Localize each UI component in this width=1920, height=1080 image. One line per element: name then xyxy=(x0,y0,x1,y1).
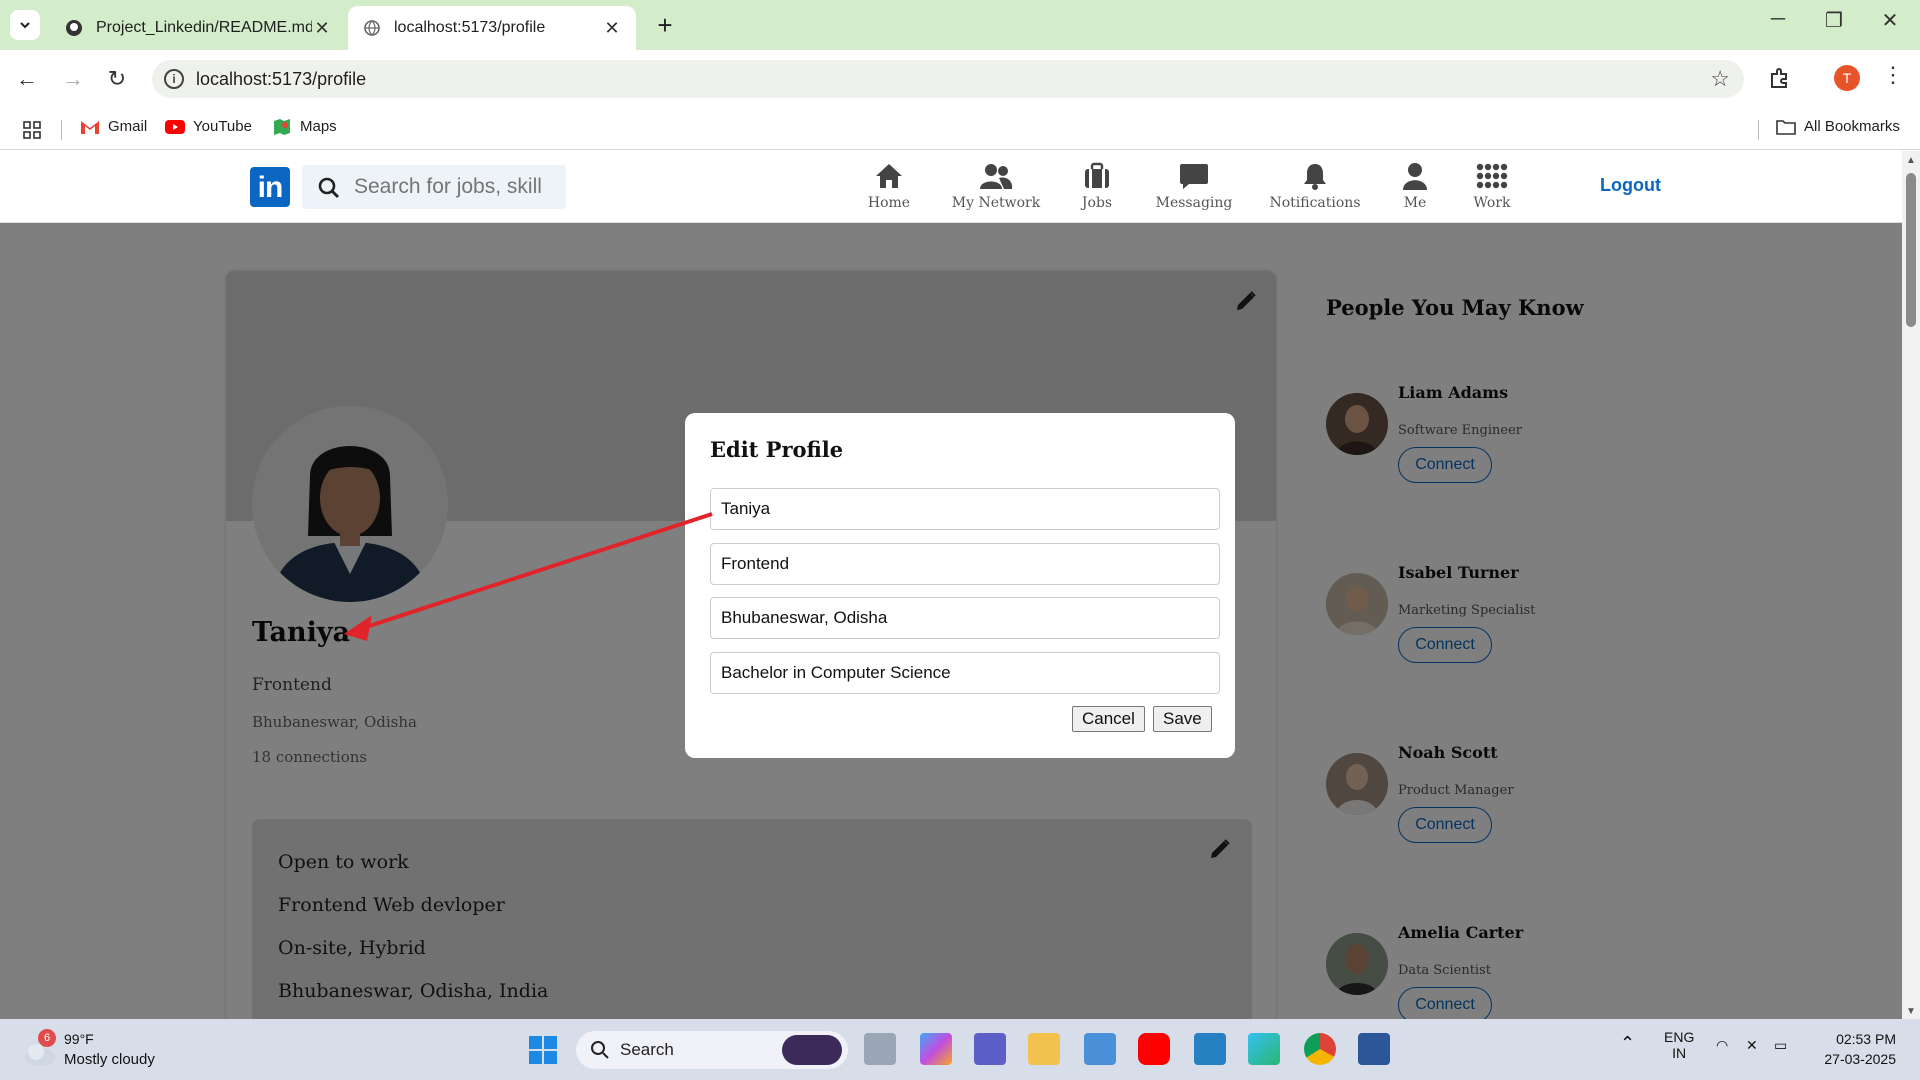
chrome-icon[interactable] xyxy=(1304,1033,1336,1065)
language-code: ENG xyxy=(1664,1029,1695,1045)
back-icon[interactable]: ← xyxy=(12,64,42,94)
extensions-icon[interactable] xyxy=(1768,66,1792,90)
tab-title: localhost:5173/profile xyxy=(394,19,546,36)
tab-strip: Project_Linkedin/README.md at ✕ localhos… xyxy=(0,0,1920,50)
web-page: in Home My Network Jobs Messaging Notifi… xyxy=(0,151,1902,1019)
apps-grid-icon[interactable] xyxy=(22,120,42,140)
search-icon xyxy=(591,1041,609,1059)
restore-icon[interactable]: ❐ xyxy=(1814,8,1854,33)
new-tab-button[interactable]: + xyxy=(650,10,680,41)
gmail-icon xyxy=(81,120,99,134)
close-icon[interactable]: ✕ xyxy=(312,18,332,39)
close-window-icon[interactable]: ✕ xyxy=(1870,8,1910,33)
address-bar[interactable]: i localhost:5173/profile ☆ xyxy=(152,60,1744,98)
chevron-down-icon xyxy=(20,22,30,29)
bookmarks-bar: Gmail YouTube Maps All Bookmarks xyxy=(0,108,1920,150)
youtube-app-icon[interactable] xyxy=(1138,1033,1170,1065)
wifi-icon[interactable]: ◠ xyxy=(1716,1037,1728,1054)
divider xyxy=(1758,120,1759,140)
scroll-down-icon[interactable]: ▼ xyxy=(1906,1006,1916,1017)
tab-localhost-profile[interactable]: localhost:5173/profile ✕ xyxy=(348,6,636,50)
copilot-icon[interactable] xyxy=(920,1033,952,1065)
scrollbar-thumb[interactable] xyxy=(1906,173,1916,327)
bookmark-label: Maps xyxy=(300,118,337,135)
maps-icon xyxy=(274,118,290,135)
divider xyxy=(61,120,62,140)
clock-time: 02:53 PM xyxy=(1836,1031,1896,1047)
search-highlight-icon xyxy=(782,1035,842,1065)
globe-icon xyxy=(362,18,382,38)
bookmark-youtube[interactable]: YouTube xyxy=(165,118,252,135)
all-bookmarks-label: All Bookmarks xyxy=(1804,118,1900,135)
browser-toolbar: ← → ↻ i localhost:5173/profile ☆ T ⋮ xyxy=(0,50,1920,108)
weather-condition: Mostly cloudy xyxy=(64,1051,155,1068)
bookmark-star-icon[interactable]: ☆ xyxy=(1710,66,1730,92)
vscode-icon[interactable] xyxy=(1194,1033,1226,1065)
edge-icon[interactable] xyxy=(1248,1033,1280,1065)
minimize-icon[interactable]: ─ xyxy=(1758,8,1798,31)
url-text: localhost:5173/profile xyxy=(196,69,367,89)
all-bookmarks[interactable]: All Bookmarks xyxy=(1776,118,1900,135)
annotation-arrow xyxy=(344,512,713,641)
task-view-icon[interactable] xyxy=(864,1033,896,1065)
microsoft-store-icon[interactable] xyxy=(1084,1033,1116,1065)
bookmark-gmail[interactable]: Gmail xyxy=(80,118,147,135)
folder-icon xyxy=(1776,119,1796,135)
language-indicator[interactable]: ENG IN xyxy=(1664,1029,1694,1061)
windows-start-icon[interactable] xyxy=(528,1035,558,1065)
word-icon[interactable] xyxy=(1358,1033,1390,1065)
taskbar-search-label: Search xyxy=(620,1040,674,1059)
bookmark-label: YouTube xyxy=(193,118,252,135)
menu-kebab-icon[interactable]: ⋮ xyxy=(1882,62,1904,88)
system-clock[interactable]: 02:53 PM 27-03-2025 xyxy=(1806,1029,1896,1069)
tab-search-button[interactable] xyxy=(10,10,40,40)
clock-date: 27-03-2025 xyxy=(1824,1051,1896,1067)
forward-icon[interactable]: → xyxy=(58,64,88,94)
region-code: IN xyxy=(1672,1045,1687,1061)
tab-github-readme[interactable]: Project_Linkedin/README.md at ✕ xyxy=(50,6,346,50)
weather-badge: 6 xyxy=(38,1029,56,1047)
speaker-muted-icon[interactable]: ✕ xyxy=(1746,1037,1758,1054)
bookmark-label: Gmail xyxy=(108,118,148,135)
temperature: 99°F xyxy=(64,1031,94,1047)
bookmark-maps[interactable]: Maps xyxy=(272,118,337,135)
windows-taskbar: 6 99°F Mostly cloudy Search ⌃ ENG IN ◠ ✕… xyxy=(0,1019,1920,1080)
teams-icon[interactable] xyxy=(974,1033,1006,1065)
github-icon xyxy=(64,18,84,38)
taskbar-search[interactable]: Search xyxy=(576,1031,848,1069)
tab-title: Project_Linkedin/README.md at xyxy=(96,19,312,36)
site-info-icon[interactable]: i xyxy=(164,69,184,89)
scroll-up-icon[interactable]: ▲ xyxy=(1906,155,1916,166)
battery-icon[interactable]: ▭ xyxy=(1774,1037,1787,1054)
browser-profile-avatar[interactable]: T xyxy=(1834,65,1860,91)
chevron-up-icon[interactable]: ⌃ xyxy=(1620,1033,1635,1054)
file-explorer-icon[interactable] xyxy=(1028,1033,1060,1065)
youtube-icon xyxy=(165,119,185,134)
reload-icon[interactable]: ↻ xyxy=(102,64,132,94)
close-icon[interactable]: ✕ xyxy=(602,18,622,39)
page-scrollbar[interactable]: ▲ ▼ xyxy=(1902,151,1920,1019)
